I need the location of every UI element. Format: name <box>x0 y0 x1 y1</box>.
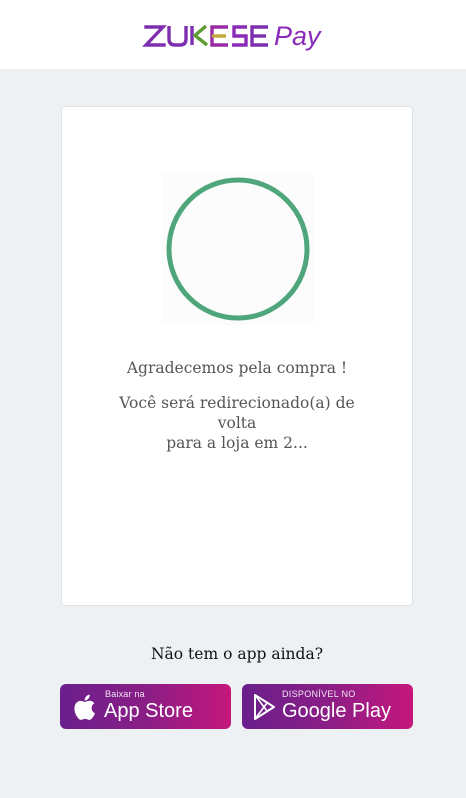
google-play-small-label: DISPONÍVEL NO <box>282 689 356 699</box>
header-bar: Pay <box>0 0 466 69</box>
app-store-small-label: Baixar na <box>105 689 145 699</box>
status-card: Agradecemos pela compra ! Você será redi… <box>61 106 413 606</box>
zukese-pay-logo: Pay <box>142 21 322 51</box>
apple-icon <box>74 694 95 720</box>
redirect-line-1: Você será redirecionado(a) de volta <box>119 394 355 432</box>
spinner-backdrop <box>162 173 314 325</box>
google-play-button[interactable]: DISPONÍVEL NO Google Play <box>242 684 413 729</box>
thank-you-message: Agradecemos pela compra ! <box>126 359 348 377</box>
google-play-label: Google Play <box>282 700 391 722</box>
no-app-prompt: Não tem o app ainda? <box>150 645 323 663</box>
app-store-label: App Store <box>104 700 193 722</box>
logo-pay-text: Pay <box>274 21 322 51</box>
play-store-icon <box>254 694 275 720</box>
redirect-line-2: para a loja em 2... <box>166 434 308 452</box>
redirect-message: Você será redirecionado(a) de volta para… <box>102 393 372 453</box>
app-store-button[interactable]: Baixar na App Store <box>60 684 231 729</box>
loading-spinner-icon <box>166 177 310 321</box>
